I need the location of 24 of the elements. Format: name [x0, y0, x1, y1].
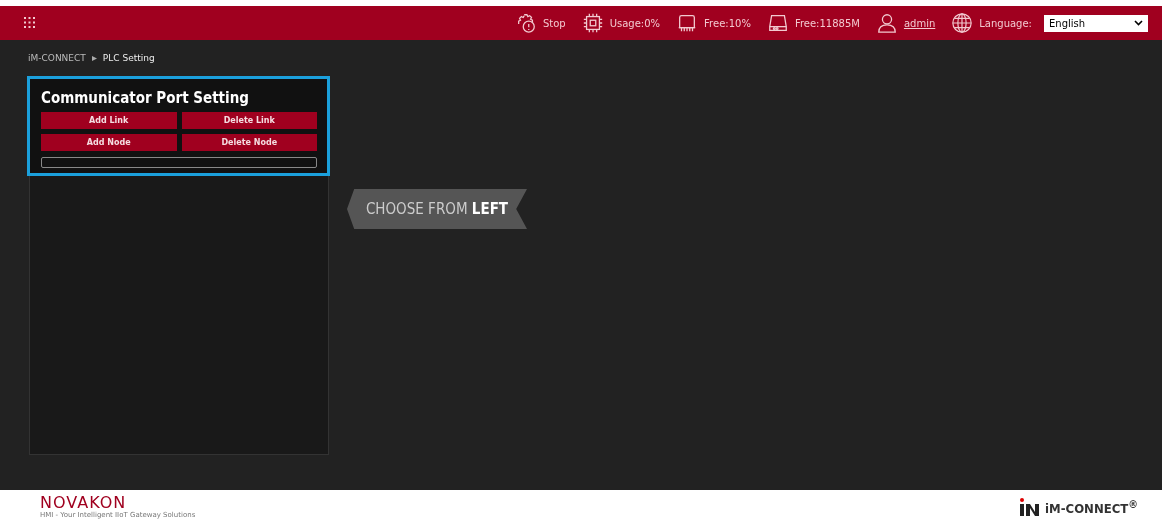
- product-logo: iM-CONNECT$^{®}$: [1045, 497, 1138, 517]
- hint-text: CHOOSE FROM LEFT: [365, 200, 509, 218]
- language-select[interactable]: English: [1044, 14, 1148, 32]
- chevron-icon: [91, 55, 97, 61]
- status-label: Usage:0%: [609, 17, 661, 29]
- apps-icon[interactable]: [24, 17, 36, 29]
- panel-title: Communicator Port Setting: [41, 89, 250, 107]
- user-icon: [875, 12, 898, 34]
- logo-icon: [1019, 498, 1042, 516]
- action-button[interactable]: Add Link: [41, 112, 177, 129]
- globe-icon: [951, 12, 974, 34]
- language-label: Language:: [979, 17, 1032, 29]
- chevron-down-icon: [1134, 20, 1143, 26]
- action-button[interactable]: Delete Link: [181, 112, 317, 129]
- brand-logo: NOVAKON: [40, 495, 128, 511]
- status-label: Free:10%: [704, 17, 751, 29]
- status-label: Free:11885M: [794, 17, 860, 29]
- chip-icon: [581, 12, 604, 34]
- action-button[interactable]: Delete Node: [181, 134, 317, 151]
- status-label: Stop: [542, 17, 566, 29]
- breadcrumb-current: PLC Setting: [102, 53, 155, 63]
- user-link[interactable]: admin: [903, 17, 936, 29]
- breadcrumb-link[interactable]: iM-CONNECT: [28, 53, 86, 63]
- action-button[interactable]: Add Node: [41, 134, 177, 151]
